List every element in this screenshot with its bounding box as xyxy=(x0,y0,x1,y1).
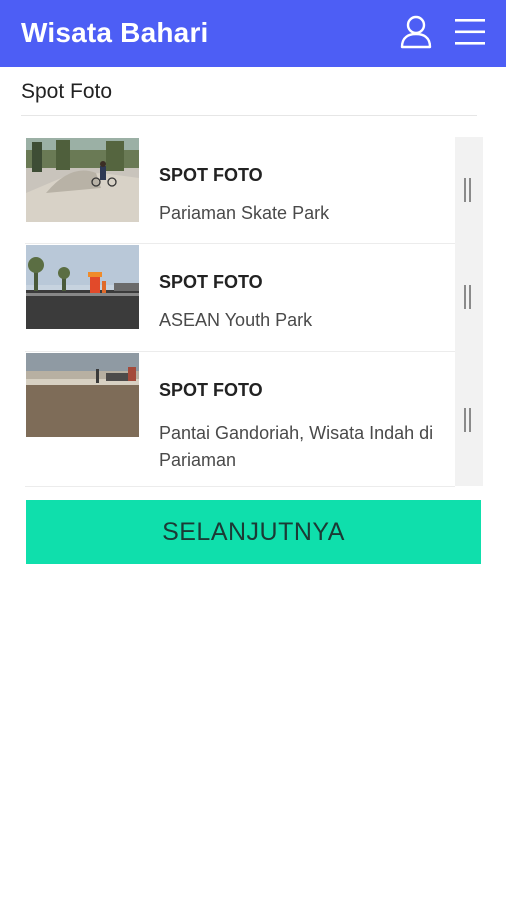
item-name: Pantai Gandoriah, Wisata Indah di Pariam… xyxy=(159,423,434,470)
item-tag: SPOT FOTO xyxy=(159,272,263,292)
item-tag: SPOT FOTO xyxy=(159,380,263,400)
youth-park-photo xyxy=(26,245,139,329)
hamburger-menu-icon[interactable] xyxy=(454,17,486,47)
beach-photo xyxy=(26,353,139,437)
spot-list[interactable]: SPOT FOTO Pariaman Skate Park SPOT FOTO … xyxy=(25,137,483,487)
drag-handle-icon[interactable] xyxy=(463,178,473,202)
drag-handle-icon[interactable] xyxy=(463,408,473,432)
skate-park-photo xyxy=(26,138,139,222)
user-icon[interactable] xyxy=(400,15,432,49)
page-title: Spot Foto xyxy=(21,80,113,103)
drag-handle-icon[interactable] xyxy=(463,285,473,309)
list-item[interactable]: SPOT FOTO Pariaman Skate Park xyxy=(25,137,471,244)
app-title: Wisata Bahari xyxy=(21,17,209,48)
app-header: Wisata Bahari xyxy=(0,0,506,67)
next-button[interactable]: SELANJUTNYA xyxy=(26,500,481,564)
list-item[interactable]: SPOT FOTO Pantai Gandoriah, Wisata Indah… xyxy=(25,352,471,487)
divider xyxy=(21,115,477,116)
list-item[interactable]: SPOT FOTO ASEAN Youth Park xyxy=(25,244,471,352)
item-tag: SPOT FOTO xyxy=(159,165,263,185)
item-name: ASEAN Youth Park xyxy=(159,310,313,330)
item-name: Pariaman Skate Park xyxy=(159,203,330,223)
